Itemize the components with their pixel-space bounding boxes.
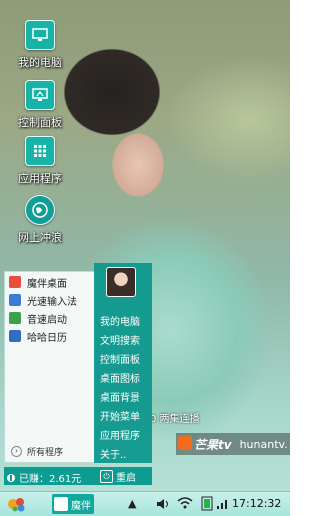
- start-menu-links-panel: 我的电脑 文明搜索 控制面板 桌面图标 桌面背景 开始菜单 应用程序 关于..: [94, 263, 152, 463]
- start-button-icon[interactable]: [6, 495, 28, 513]
- power-icon: ⏻: [100, 469, 113, 483]
- coin-icon: [7, 473, 15, 482]
- program-label: 光速输入法: [27, 296, 77, 308]
- program-item-launcher[interactable]: 音速启动: [5, 310, 95, 326]
- monitor-icon: [25, 20, 55, 50]
- wifi-icon[interactable]: [177, 497, 193, 509]
- desktop-icon-label: 应用程序: [18, 172, 62, 185]
- earnings-display: 已赚：2.61元: [6, 470, 81, 485]
- start-menu-footer: 已赚：2.61元 ⏻ 重启: [4, 467, 152, 485]
- input-method-icon: [9, 294, 21, 306]
- apps-grid-icon: [25, 136, 55, 166]
- clock[interactable]: 17:12:32: [232, 497, 281, 510]
- program-label: 魔伴桌面: [27, 278, 67, 290]
- volume-icon[interactable]: [156, 498, 170, 510]
- link-desktop-icons[interactable]: 桌面图标: [100, 370, 140, 385]
- taskbar-item-mobun[interactable]: 魔伴: [52, 494, 94, 514]
- arrow-up-icon[interactable]: ▲: [128, 497, 136, 510]
- control-panel-icon: [25, 80, 55, 110]
- start-menu-programs-panel: 魔伴桌面 光速输入法 音速启动 哈哈日历 › 所有程序: [4, 271, 96, 463]
- desktop-icon-applications[interactable]: 应用程序: [10, 136, 70, 186]
- signal-icon[interactable]: [216, 498, 228, 510]
- program-item-input-method[interactable]: 光速输入法: [5, 292, 95, 308]
- launcher-icon: [9, 312, 21, 324]
- link-control-panel[interactable]: 控制面板: [100, 351, 140, 366]
- link-applications[interactable]: 应用程序: [100, 427, 140, 442]
- link-about[interactable]: 关于..: [100, 446, 126, 461]
- arrow-right-icon: ›: [11, 446, 22, 457]
- desktop-icon-label: 控制面板: [18, 116, 62, 129]
- desktop-icon-control-panel[interactable]: 控制面板: [10, 80, 70, 130]
- taskbar-item-label: 魔伴: [71, 500, 91, 512]
- taskbar: 魔伴 ▲ 17:12:32: [0, 491, 290, 516]
- watermark-brand: 芒果tv: [194, 437, 232, 452]
- all-programs-button[interactable]: › 所有程序: [5, 445, 101, 458]
- desktop-icon-my-computer[interactable]: 我的电脑: [10, 20, 70, 70]
- program-label: 音速启动: [27, 314, 67, 326]
- video-subtitle: 0 两集连播: [150, 414, 200, 425]
- user-avatar[interactable]: [106, 267, 136, 297]
- mango-tv-logo-icon: [178, 436, 192, 450]
- program-item-mobun[interactable]: 魔伴桌面: [5, 274, 95, 290]
- desktop-icon-label: 网上冲浪: [18, 231, 62, 244]
- link-desktop-background[interactable]: 桌面背景: [100, 389, 140, 404]
- link-search[interactable]: 文明搜索: [100, 332, 140, 347]
- all-programs-label: 所有程序: [27, 448, 64, 458]
- battery-icon[interactable]: [200, 496, 214, 511]
- link-start-menu[interactable]: 开始菜单: [100, 408, 140, 423]
- globe-icon: [25, 195, 55, 225]
- mobun-desktop-icon: [9, 276, 21, 288]
- restart-button[interactable]: ⏻ 重启: [100, 469, 146, 484]
- mobun-app-icon: [54, 497, 68, 511]
- restart-label: 重启: [116, 472, 136, 484]
- earnings-text: 已赚：2.61元: [19, 474, 82, 485]
- calendar-icon: [9, 330, 21, 342]
- video-watermark: 芒果tv hunantv.: [176, 433, 290, 455]
- watermark-site: hunantv.: [239, 437, 288, 451]
- link-my-computer[interactable]: 我的电脑: [100, 313, 140, 328]
- desktop-icon-surf-web[interactable]: 网上冲浪: [10, 195, 70, 245]
- program-label: 哈哈日历: [27, 332, 67, 344]
- desktop-icon-label: 我的电脑: [18, 56, 62, 69]
- program-item-calendar[interactable]: 哈哈日历: [5, 328, 95, 344]
